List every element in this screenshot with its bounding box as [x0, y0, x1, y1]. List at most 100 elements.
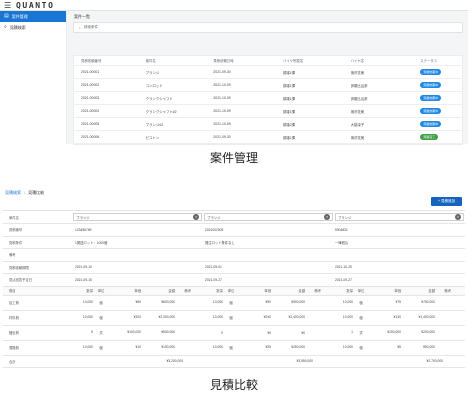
table-cell: 鳴沢花美 [350, 70, 365, 75]
search-icon: ⌕ [79, 25, 81, 30]
value-cell: 10,000 [212, 300, 223, 304]
row-label: 運搬費 [9, 346, 19, 350]
status-cell: 見積依頼中 [420, 95, 462, 101]
value-cell: 5 [91, 330, 93, 334]
table-cell: 2021-10-09 [213, 109, 231, 113]
value-cell: ¥100,000 [161, 345, 175, 349]
case-name-field[interactable]: ブランジ × [73, 213, 203, 221]
value-cell: ¥1,400,000 [418, 315, 435, 319]
row-label: 梱包費 [9, 331, 19, 335]
case-name-field[interactable]: ブランジ × [335, 213, 464, 221]
table-cell: 2021-10-09 [213, 122, 231, 126]
detail-values: 10,000 個 ¥5 ¥50,000 [333, 345, 463, 350]
value-cell: 個 [229, 301, 233, 305]
quote-compare-screen: 見積検索 / 見積比較 + 見積追加 案件名 ブランジ × ブランジ × ブランジ × 見積番号 1… [0, 186, 468, 372]
comparison-table: 案件名 ブランジ × ブランジ × ブランジ × 見積番号 123456789 202100200… [3, 210, 465, 368]
detail-header-row: 費目 数量 単位 単価 金額 備考 数量 単位 単価 金額 備考 数量 単位 単価 金額 備考 [3, 286, 465, 296]
detail-values: 10,000 個 ¥10 ¥100,000 [73, 345, 203, 350]
subheader-cell: 単位 [227, 289, 235, 293]
list-icon: ▤ [4, 13, 9, 19]
table-cell: 調達1課 [282, 83, 295, 88]
detail-values: 0 ¥0 ¥0 [203, 331, 333, 335]
value-cell: ¥140 [393, 315, 401, 319]
value-cell: 10,000 [212, 345, 223, 349]
close-icon[interactable]: × [193, 214, 200, 220]
value-cell [437, 345, 453, 350]
sidebar-item-quote-search[interactable]: ⌕ 見積検索 [0, 22, 66, 33]
close-icon[interactable]: × [455, 214, 461, 220]
caption-case-management: 案件管理 [209, 151, 258, 165]
table-row[interactable]: 2021-00004 クランクシャフト#2 2021-10-09 調達1課 鳴沢花美 見積… [74, 105, 462, 118]
row-label: 材料費 [9, 316, 19, 320]
case-name-row: 案件名 ブランジ × ブランジ × ブランジ × [3, 211, 465, 224]
search-input[interactable]: ⌕ 検索条件 [73, 22, 463, 33]
table-row[interactable]: 2021-00001 ブランジ 2021-09-30 調達1課 鳴沢花美 見積依頼中 [74, 66, 462, 79]
value-cell: 10,000 [342, 315, 353, 319]
app-bar: ☰ QUANTO [0, 0, 468, 11]
table-row[interactable]: 2021-00002 コンロッド 2021-10-09 調達1課 伊藤比呂彦 見積依頼中 [74, 79, 462, 92]
detail-subheader: 数量 単位 単価 金額 備考 [73, 288, 203, 293]
value-cell: ¥900,000 [291, 300, 305, 304]
info-row: 見積番号 123456789 2021002005 5904831 [3, 224, 465, 237]
subheader-cell: 備考 [184, 289, 191, 293]
sidebar-item-case-management[interactable]: ▤ 案件管理 [0, 11, 66, 22]
value-cell: 個 [99, 301, 103, 305]
table-row[interactable]: 2021-00006 ピストン 2021-09-30 調達1課 鳴沢花美 見積完了 [74, 131, 462, 144]
table-cell: 調達1課 [282, 135, 295, 140]
case-table: 見積依頼番号 案件名 見積依頼日時 バイヤ所属名 バイヤ名 ステータス 2021… [73, 55, 463, 145]
value-cell [307, 300, 323, 305]
detail-row: 梱包費 5 式 ¥100,000 ¥500,000 0 ¥0 ¥0 1 式 ¥200,000 ¥200… [3, 326, 465, 341]
case-name-field[interactable]: ブランジ × [204, 213, 334, 221]
value-cell: ¥5 [397, 345, 401, 349]
table-row[interactable]: 2021-00003 クランクシャフト 2021-10-09 調達1課 伊藤比呂彦 見積依… [74, 92, 462, 105]
table-cell: 2021-09-30 [213, 70, 231, 74]
subheader-cell: 単位 [97, 289, 105, 293]
table-cell: クランクシャフト [145, 96, 173, 101]
value-cell: ¥60 [135, 300, 141, 304]
value-cell: ¥200,000 [421, 330, 435, 334]
value-cell [437, 330, 453, 335]
table-row[interactable]: 2021-00005 ブランジ#2 2021-10-09 調達2課 大橋淳子 見積依頼中 [74, 118, 462, 131]
info-value: 一律税込 [335, 240, 349, 245]
info-row: 備考 [3, 249, 465, 262]
breadcrumb-link[interactable]: 見積検索 [5, 190, 21, 195]
value-cell: ¥0 [301, 330, 305, 335]
value-cell: ¥90 [265, 300, 271, 304]
value-cell [225, 331, 239, 335]
status-cell: 見積依頼中 [420, 69, 462, 75]
status-badge: 見積依頼中 [420, 82, 442, 88]
caption-quote-compare: 見積比較 [209, 378, 258, 392]
subheader-cell: 備考 [444, 289, 451, 293]
status-cell: 見積依頼中 [420, 82, 462, 88]
table-cell: コンロッド [145, 83, 163, 88]
subheader-cell: 単価 [264, 289, 271, 293]
row-label: 見込回答予定日 [9, 278, 33, 283]
row-label: 費目 [9, 289, 16, 293]
value-cell: 10,000 [212, 315, 223, 319]
value-cell: 10,000 [342, 345, 353, 349]
breadcrumb-separator: / [24, 190, 26, 195]
status-badge: 見積依頼中 [420, 95, 442, 101]
add-quote-button[interactable]: + 見積追加 [431, 197, 462, 206]
detail-values: 10,000 個 ¥240 ¥2,400,000 [203, 315, 333, 320]
value-cell: ¥100,000 [127, 330, 141, 334]
detail-values: 10,000 個 ¥200 ¥2,000,000 [73, 315, 203, 320]
value-cell: ¥750,000 [421, 300, 435, 304]
hamburger-icon[interactable]: ☰ [4, 2, 11, 10]
value-cell: ¥10 [135, 345, 141, 349]
table-cell: 2021-00002 [81, 83, 100, 87]
value-cell: 10,000 [342, 300, 353, 304]
value-cell: ¥500,000 [161, 330, 175, 334]
table-cell: 2021-09-30 [213, 135, 231, 139]
detail-values: 10,000 個 ¥25 ¥250,000 [203, 345, 333, 350]
table-cell: 2021-10-09 [213, 96, 231, 100]
table-cell: ピストン [145, 135, 160, 140]
table-cell: 鳴沢花美 [350, 109, 365, 114]
info-value: 2021-09-27 [205, 277, 222, 282]
value-cell: 個 [359, 316, 363, 320]
value-cell: 1 [351, 330, 353, 334]
close-icon[interactable]: × [324, 214, 331, 220]
value-cell: 0 [221, 330, 223, 335]
sidebar-item-label: 案件管理 [11, 14, 28, 19]
info-row: 見込回答予定日 2021-09-15 2021-09-27 2021-09-27 [3, 274, 465, 287]
